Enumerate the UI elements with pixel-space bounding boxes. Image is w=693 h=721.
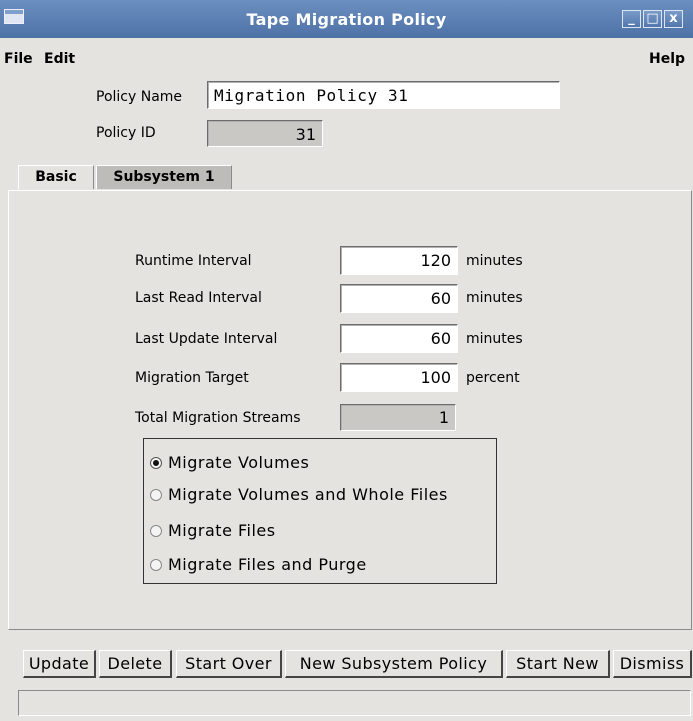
runtime-interval-value: 120	[420, 251, 451, 270]
migration-target-field[interactable]: 100	[340, 363, 458, 392]
last-read-interval-unit: minutes	[466, 290, 523, 306]
policy-name-field[interactable]	[207, 81, 560, 109]
menu-bar: File Edit Help	[0, 38, 693, 67]
policy-name-input[interactable]	[208, 82, 559, 108]
new-subsystem-policy-button[interactable]: New Subsystem Policy	[285, 650, 503, 678]
policy-name-label: Policy Name	[96, 89, 183, 105]
delete-button[interactable]: Delete	[99, 650, 172, 678]
tab-basic[interactable]: Basic	[18, 165, 94, 189]
status-bar	[18, 690, 691, 716]
migration-target-label: Migration Target	[135, 370, 249, 386]
title-bar: Tape Migration Policy _ □ x	[0, 0, 693, 38]
window-title: Tape Migration Policy	[246, 10, 447, 29]
last-update-interval-value: 60	[430, 329, 451, 348]
maximize-button[interactable]: □	[643, 10, 662, 28]
policy-id-label: Policy ID	[96, 125, 156, 141]
minimize-button[interactable]: _	[622, 10, 641, 28]
radio-unselected-icon[interactable]	[150, 525, 162, 537]
start-over-button[interactable]: Start Over	[176, 650, 282, 678]
radio-unselected-icon[interactable]	[150, 489, 162, 501]
total-migration-streams-label: Total Migration Streams	[135, 410, 301, 426]
radio-selected-icon[interactable]	[150, 457, 162, 469]
migration-mode-group: Migrate Volumes Migrate Volumes and Whol…	[143, 438, 497, 584]
last-read-interval-field[interactable]: 60	[340, 284, 458, 313]
menu-help[interactable]: Help	[649, 51, 685, 67]
tab-subsystem-1[interactable]: Subsystem 1	[96, 165, 232, 189]
radio-label: Migrate Volumes and Whole Files	[168, 485, 448, 504]
radio-migrate-volumes-and-whole-files[interactable]: Migrate Volumes and Whole Files	[150, 485, 448, 504]
migration-target-unit: percent	[466, 370, 520, 386]
runtime-interval-label: Runtime Interval	[135, 253, 252, 269]
radio-label: Migrate Files	[168, 521, 276, 540]
runtime-interval-unit: minutes	[466, 253, 523, 269]
radio-unselected-icon[interactable]	[150, 559, 162, 571]
total-migration-streams-field: 1	[340, 404, 456, 431]
menu-file[interactable]: File	[4, 51, 33, 67]
menu-edit[interactable]: Edit	[44, 51, 75, 67]
dismiss-button[interactable]: Dismiss	[613, 650, 692, 678]
radio-label: Migrate Volumes	[168, 453, 310, 472]
last-update-interval-field[interactable]: 60	[340, 324, 458, 353]
last-read-interval-label: Last Read Interval	[135, 290, 262, 306]
last-update-interval-unit: minutes	[466, 331, 523, 347]
radio-migrate-volumes[interactable]: Migrate Volumes	[150, 453, 309, 472]
runtime-interval-field[interactable]: 120	[340, 246, 458, 275]
policy-id-value: 31	[295, 125, 316, 144]
radio-migrate-files[interactable]: Migrate Files	[150, 521, 276, 540]
last-read-interval-value: 60	[430, 289, 451, 308]
total-migration-streams-value: 1	[438, 408, 449, 427]
migration-target-value: 100	[420, 368, 451, 387]
policy-id-field: 31	[207, 120, 323, 147]
last-update-interval-label: Last Update Interval	[135, 331, 278, 347]
radio-label: Migrate Files and Purge	[168, 555, 367, 574]
update-button[interactable]: Update	[23, 650, 96, 678]
close-button[interactable]: x	[664, 10, 683, 28]
radio-migrate-files-and-purge[interactable]: Migrate Files and Purge	[150, 555, 367, 574]
start-new-button[interactable]: Start New	[506, 650, 610, 678]
